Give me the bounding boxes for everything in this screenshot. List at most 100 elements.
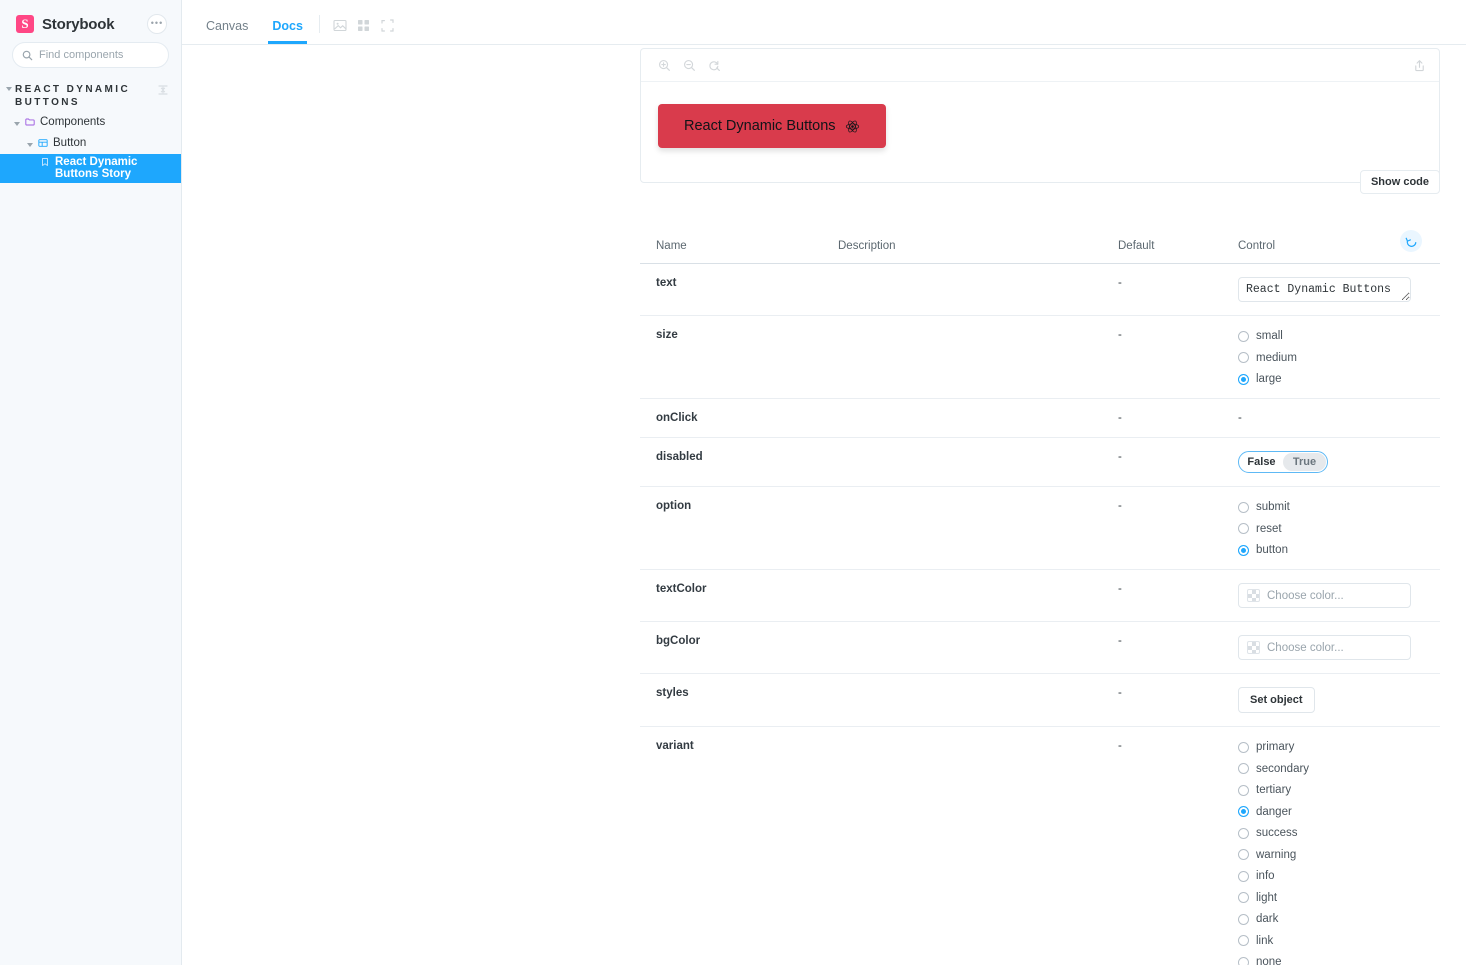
story-preview-card: React Dynamic Buttons Show c — [640, 48, 1440, 183]
radio-option-primary[interactable]: primary — [1238, 741, 1440, 753]
args-table-header-row: Name Description Default Control — [640, 230, 1440, 264]
radio-label: link — [1256, 935, 1273, 947]
zoom-in-icon[interactable] — [653, 54, 675, 76]
story-preview-body: React Dynamic Buttons — [641, 82, 1439, 182]
text-control-input[interactable] — [1238, 277, 1411, 302]
tab-canvas[interactable]: Canvas — [194, 20, 260, 44]
toggle-option-true[interactable]: True — [1283, 453, 1326, 471]
search-icon — [22, 50, 33, 61]
tree-node-react-dynamic-buttons-story[interactable]: React Dynamic Buttons Story — [0, 154, 181, 183]
table-row: option - submit — [640, 487, 1440, 570]
radio-option-medium[interactable]: medium — [1238, 352, 1440, 364]
show-code-button[interactable]: Show code — [1360, 170, 1440, 194]
radio-option-dark[interactable]: dark — [1238, 913, 1440, 925]
tree-node-components[interactable]: Components — [0, 113, 181, 130]
radio-option-small[interactable]: small — [1238, 330, 1440, 342]
search-input[interactable] — [39, 49, 181, 61]
prop-name: bgColor — [640, 622, 838, 674]
radio-label: warning — [1256, 849, 1296, 861]
radio-option-light[interactable]: light — [1238, 892, 1440, 904]
prop-description — [838, 487, 1118, 570]
prop-control: Set object — [1238, 674, 1440, 727]
prop-name: disabled — [640, 438, 838, 487]
prop-control: False True — [1238, 438, 1440, 487]
reset-controls-cell — [1400, 230, 1440, 264]
prop-description — [838, 438, 1118, 487]
color-swatch-icon — [1247, 589, 1260, 602]
radio-option-none[interactable]: none — [1238, 956, 1440, 965]
radio-option-warning[interactable]: warning — [1238, 849, 1440, 861]
column-header-description: Description — [838, 230, 1118, 264]
table-row: styles - Set object — [640, 674, 1440, 727]
zoom-out-icon[interactable] — [678, 54, 700, 76]
search-box[interactable]: / — [12, 42, 169, 68]
radio-option-secondary[interactable]: secondary — [1238, 763, 1440, 775]
prop-description — [838, 570, 1118, 622]
prop-control: primary secondary tertiary danger succes… — [1238, 727, 1440, 965]
sidebar-menu-button[interactable]: ••• — [147, 14, 167, 34]
radio-icon — [1238, 523, 1249, 534]
reset-controls-icon[interactable] — [1400, 230, 1422, 252]
prop-name: text — [640, 264, 838, 316]
textcolor-color-picker[interactable]: Choose color... — [1238, 583, 1411, 608]
prop-default: - — [1118, 316, 1238, 399]
radio-option-success[interactable]: success — [1238, 827, 1440, 839]
tree-node-button[interactable]: Button — [0, 134, 181, 151]
color-placeholder: Choose color... — [1267, 642, 1344, 654]
radio-label: success — [1256, 827, 1298, 839]
radio-icon — [1238, 914, 1249, 925]
zoom-reset-icon[interactable] — [703, 54, 725, 76]
disabled-boolean-toggle[interactable]: False True — [1238, 451, 1328, 473]
tree-root-label: REACT DYNAMIC BUTTONS — [15, 83, 136, 109]
radio-icon — [1238, 502, 1249, 513]
radio-option-large[interactable]: large — [1238, 373, 1440, 385]
prop-name: variant — [640, 727, 838, 965]
prop-default: - — [1118, 487, 1238, 570]
radio-icon — [1238, 828, 1249, 839]
radio-option-info[interactable]: info — [1238, 870, 1440, 882]
args-table: Name Description Default Control — [640, 230, 1440, 965]
radio-option-submit[interactable]: submit — [1238, 501, 1440, 513]
radio-option-danger[interactable]: danger — [1238, 806, 1440, 818]
share-icon[interactable] — [1409, 55, 1429, 75]
radio-option-link[interactable]: link — [1238, 935, 1440, 947]
tree-root-header[interactable]: REACT DYNAMIC BUTTONS — [6, 82, 136, 109]
prop-name: onClick — [640, 399, 838, 438]
react-dynamic-buttons-demo-button[interactable]: React Dynamic Buttons — [658, 104, 886, 148]
search-wrapper: / — [0, 42, 181, 68]
preview-toolbar — [641, 49, 1439, 82]
measure-icon[interactable] — [376, 15, 400, 35]
set-object-button[interactable]: Set object — [1238, 687, 1315, 713]
prop-name: size — [640, 316, 838, 399]
radio-label: info — [1256, 870, 1275, 882]
react-icon — [845, 119, 860, 134]
brand[interactable]: S Storybook — [16, 15, 114, 33]
storybook-app: S Storybook ••• / REACT DYNAMIC BUTTONS — [0, 0, 1466, 965]
docs-content-column: React Dynamic Buttons Show c — [640, 48, 1440, 965]
chevron-down-icon — [6, 87, 12, 91]
bgcolor-color-picker[interactable]: Choose color... — [1238, 635, 1411, 660]
grid-icon[interactable] — [352, 15, 376, 35]
radio-label: secondary — [1256, 763, 1309, 775]
radio-option-button[interactable]: button — [1238, 544, 1440, 556]
prop-control — [1238, 264, 1440, 316]
table-row: textColor - Choose color... — [640, 570, 1440, 622]
tab-docs[interactable]: Docs — [260, 20, 315, 44]
radio-label: submit — [1256, 501, 1290, 513]
radio-option-tertiary[interactable]: tertiary — [1238, 784, 1440, 796]
color-placeholder: Choose color... — [1267, 590, 1344, 602]
prop-default: - — [1118, 438, 1238, 487]
radio-icon — [1238, 352, 1249, 363]
prop-description — [838, 674, 1118, 727]
image-snapshot-icon[interactable] — [328, 15, 352, 35]
collapse-all-icon[interactable] — [157, 84, 169, 96]
tree-node-label: React Dynamic Buttons Story — [55, 156, 173, 180]
radio-label: reset — [1256, 523, 1282, 535]
table-row: text - — [640, 264, 1440, 316]
color-swatch-icon — [1247, 641, 1260, 654]
radio-option-reset[interactable]: reset — [1238, 523, 1440, 535]
prop-description — [838, 399, 1118, 438]
toggle-option-false[interactable]: False — [1240, 453, 1283, 471]
top-toolbar: Canvas Docs — [182, 0, 1466, 45]
radio-label: dark — [1256, 913, 1278, 925]
